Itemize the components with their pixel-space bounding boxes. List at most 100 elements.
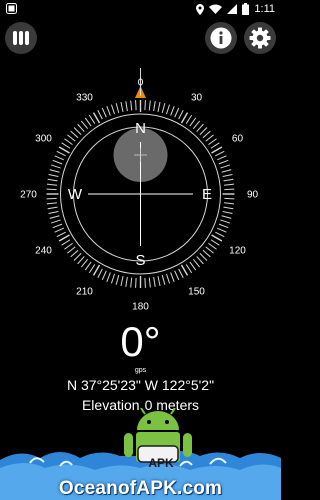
compass-tick [215, 231, 225, 238]
compass-tick [70, 249, 79, 258]
degree-labels: 0 30 60 90 120 150 180 210 240 270 300 330 [20, 78, 258, 313]
compass-tick [202, 130, 211, 139]
compass-tick [174, 270, 180, 281]
compass-tick [70, 130, 79, 139]
compass-tick [211, 234, 223, 242]
compass-tick [199, 127, 208, 135]
compass-tick [101, 107, 107, 118]
compass-tick [46, 188, 57, 191]
compass-tick [196, 123, 204, 132]
compass-tick [211, 146, 223, 154]
compass-tick [120, 276, 124, 287]
compass-tick [217, 227, 227, 233]
compass-tick [208, 242, 217, 250]
battery-icon [242, 3, 250, 15]
compass-tick [196, 256, 204, 265]
degree-label-30: 30 [191, 93, 203, 104]
compass-tick [115, 103, 120, 113]
compass-tick [220, 164, 231, 169]
signal-icon [227, 4, 238, 14]
compass-tick [52, 223, 63, 229]
compass-tick [46, 197, 57, 200]
compass-tick [161, 103, 166, 113]
compass-tick [223, 183, 235, 186]
cardinal-south: S [135, 252, 145, 269]
compass-tick [97, 268, 103, 278]
compass-dial: N E S W 0 30 60 90 120 150 180 210 240 270 300 330 [0, 60, 281, 325]
compass-tick [64, 242, 73, 250]
compass-tick [222, 210, 233, 215]
compass-tick [50, 219, 61, 224]
compass-tick [49, 215, 60, 219]
compass-tick [47, 206, 58, 210]
watermark: APK OceanofAPK.com [0, 408, 281, 500]
compass-tick [52, 159, 63, 165]
compass-tick [92, 112, 101, 124]
compass-tick [224, 188, 235, 191]
menu-button[interactable] [5, 22, 37, 54]
compass-tick [101, 270, 107, 281]
compass-tick [205, 134, 214, 142]
compass-tick [46, 183, 58, 186]
compass-tick [218, 159, 229, 165]
info-button[interactable] [205, 22, 237, 54]
compass-tick [67, 134, 76, 142]
compass-tick [208, 138, 217, 146]
compass-tick [180, 264, 189, 276]
compass-tick [80, 258, 89, 268]
compass-tick [49, 169, 60, 173]
compass-tick [144, 100, 146, 111]
compass-tick [56, 231, 66, 238]
cardinal-north: N [135, 120, 146, 137]
compass-tick [165, 273, 171, 284]
compass-tick [106, 272, 111, 282]
compass-tick [80, 120, 89, 130]
compass-tick [217, 155, 227, 161]
compass-tick [125, 276, 128, 287]
info-icon [210, 27, 232, 49]
compass-tick [223, 178, 234, 182]
compass-tick [170, 272, 175, 282]
compass-tick [73, 127, 82, 135]
gps-label: gps [134, 367, 147, 374]
degree-label-90: 90 [247, 190, 259, 201]
wifi-icon [209, 4, 223, 14]
compass-tick [97, 110, 103, 120]
compass-tick [170, 106, 175, 116]
compass-tick [64, 138, 73, 146]
compass-tick [157, 276, 161, 287]
compass-tick [92, 264, 101, 276]
compass-tick [120, 101, 124, 112]
menu-icon [13, 31, 29, 45]
settings-button[interactable] [244, 22, 276, 54]
compass-tick [210, 142, 220, 149]
degree-label-300: 300 [35, 134, 52, 145]
degree-label-0: 0 [138, 78, 144, 89]
watermark-site: OceanofAPK.com [58, 478, 223, 499]
compass-tick [223, 206, 234, 210]
compass-tick [148, 277, 151, 288]
compass-tick [135, 100, 137, 111]
compass-tick [218, 223, 229, 229]
cardinal-east: E [202, 186, 212, 203]
degree-label-330: 330 [76, 93, 93, 104]
compass-tick [61, 142, 71, 149]
compass-tick [56, 150, 66, 157]
compass-tick [161, 275, 166, 285]
compass-tick [215, 150, 225, 157]
compass-tick [180, 112, 189, 124]
compass-tick [73, 253, 82, 261]
compass-tick [192, 258, 201, 268]
compass-tick [77, 256, 85, 265]
compass-tick [135, 277, 137, 288]
compass-tick [48, 173, 59, 178]
compass-tick [153, 101, 156, 112]
coordinates: N 37°25'23" W 122°5'2" [66, 377, 215, 393]
degree-label-150: 150 [188, 286, 205, 297]
compass-tick [192, 120, 201, 130]
degree-label-210: 210 [76, 286, 93, 297]
heading-value: 0° [120, 318, 161, 365]
compass-tick [202, 249, 211, 258]
compass-tick [67, 246, 76, 254]
compass-tick [84, 117, 92, 127]
